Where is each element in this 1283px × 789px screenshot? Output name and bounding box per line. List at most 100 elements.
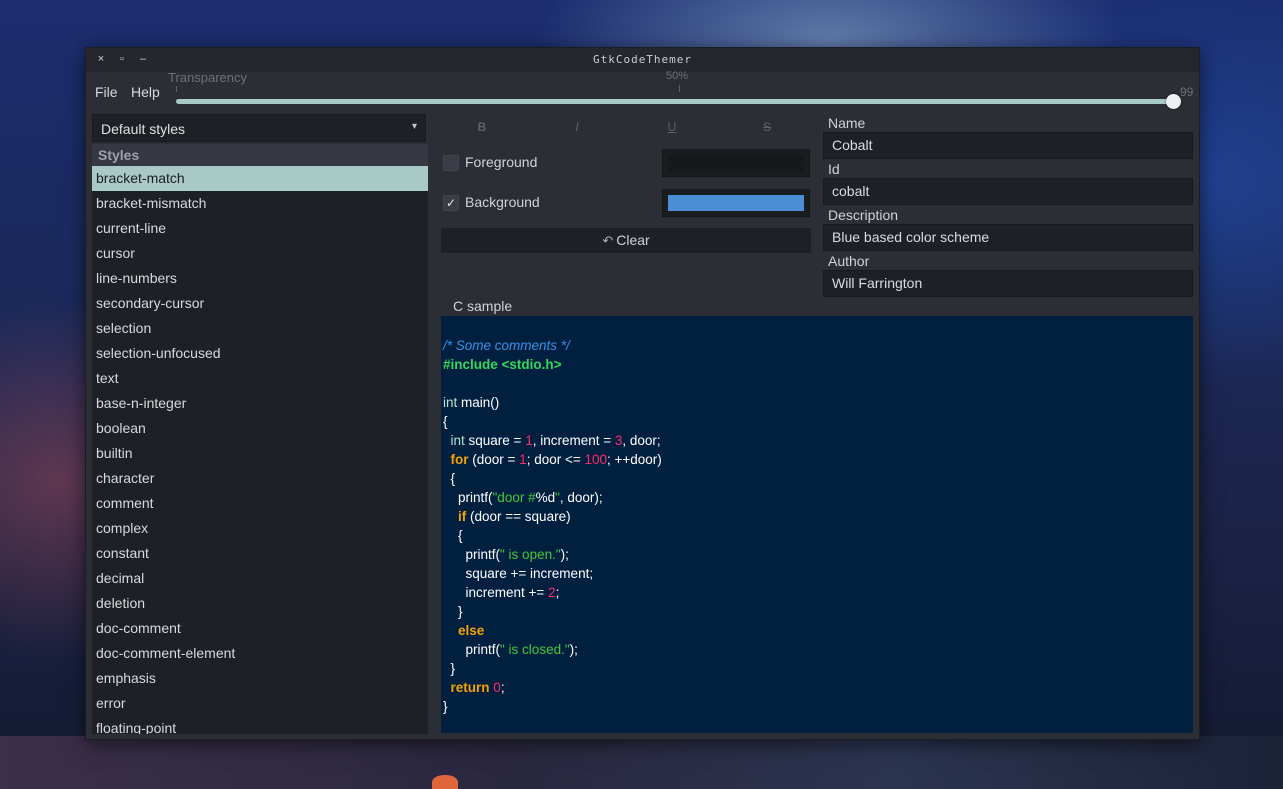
menu-file[interactable]: File <box>95 84 118 100</box>
code-token-number: 1 <box>525 433 533 448</box>
style-item[interactable]: error <box>92 691 428 716</box>
code-token-text: main() <box>457 395 500 410</box>
style-item[interactable]: complex <box>92 516 428 541</box>
style-item[interactable]: cursor <box>92 241 428 266</box>
clear-button-label: Clear <box>616 232 650 248</box>
chevron-down-icon: ▾ <box>411 121 417 132</box>
code-line: { <box>443 526 463 545</box>
transparency-label: Transparency <box>168 70 247 85</box>
background-checkbox[interactable]: ✓ <box>443 195 459 211</box>
style-item[interactable]: line-numbers <box>92 266 428 291</box>
code-token-preproc: #include <stdio.h> <box>443 357 562 372</box>
background-label: Background <box>465 194 540 210</box>
code-token-number: 1 <box>519 452 527 467</box>
code-token-number: 0 <box>493 680 501 695</box>
clear-button[interactable]: ↶ Clear <box>441 228 811 253</box>
transparency-slider[interactable] <box>176 94 1181 109</box>
code-token-comment: /* Some comments */ <box>443 338 570 353</box>
code-token-text: } <box>443 699 448 714</box>
code-token-text: printf( <box>443 490 493 505</box>
code-token-text: increment += <box>443 585 549 600</box>
menu-help[interactable]: Help <box>131 84 160 100</box>
code-token-number: 100 <box>584 452 608 467</box>
transparency-slider-handle[interactable] <box>1166 94 1181 109</box>
code-line: if (door == square) <box>443 507 571 526</box>
styles-dropdown[interactable]: Default styles ▾ <box>92 114 426 142</box>
window-title: GtkCodeThemer <box>592 53 693 66</box>
bold-button[interactable]: B <box>470 120 494 136</box>
code-token-text: printf( <box>443 642 501 657</box>
strikethrough-button[interactable]: S <box>755 120 779 136</box>
code-sample-view[interactable]: /* Some comments */ #include <stdio.h> int… <box>441 316 1193 733</box>
style-item[interactable]: builtin <box>92 441 428 466</box>
desktop-wallpaper-bottom <box>0 736 1283 789</box>
id-label: Id <box>828 161 840 177</box>
id-field[interactable]: cobalt <box>823 178 1193 205</box>
italic-button[interactable]: I <box>565 120 589 136</box>
transparency-slider-fill <box>176 99 1174 104</box>
foreground-checkbox[interactable] <box>443 155 459 171</box>
code-token-text: printf( <box>443 547 501 562</box>
style-item[interactable]: secondary-cursor <box>92 291 428 316</box>
style-item[interactable]: selection <box>92 316 428 341</box>
code-line: } <box>443 602 463 621</box>
code-line: /* Some comments */ <box>443 336 570 355</box>
style-item[interactable]: base-n-integer <box>92 391 428 416</box>
styles-list-header: Styles <box>92 144 428 166</box>
tab-c-sample[interactable]: C sample <box>453 298 512 314</box>
code-token-string: "door # <box>492 490 536 505</box>
code-line: else <box>443 621 484 640</box>
style-item[interactable]: decimal <box>92 566 428 591</box>
code-token-text: , door; <box>622 433 661 448</box>
code-line: square += increment; <box>443 564 594 583</box>
name-field[interactable]: Cobalt <box>823 132 1193 159</box>
code-token-text: ); <box>569 642 578 657</box>
code-token-string: " is closed." <box>500 642 570 657</box>
code-token-text: { <box>443 528 463 543</box>
description-field[interactable]: Blue based color scheme <box>823 224 1193 251</box>
app-window: × ▫ – GtkCodeThemer File Help Transparen… <box>85 47 1200 740</box>
code-token-text: , door); <box>559 490 603 505</box>
style-item[interactable]: constant <box>92 541 428 566</box>
style-item[interactable]: text <box>92 366 428 391</box>
foreground-label: Foreground <box>465 154 538 170</box>
background-color-button[interactable] <box>662 189 810 217</box>
style-item[interactable]: doc-comment-element <box>92 641 428 666</box>
style-item[interactable]: comment <box>92 491 428 516</box>
style-item[interactable]: character <box>92 466 428 491</box>
desktop-wallpaper-flame <box>432 775 458 789</box>
style-item[interactable]: floating-point <box>92 716 428 734</box>
style-item[interactable]: doc-comment <box>92 616 428 641</box>
style-item[interactable]: deletion <box>92 591 428 616</box>
code-token-type: int <box>450 433 465 448</box>
code-token-keyword: else <box>458 623 485 638</box>
code-token-text: } <box>443 661 456 676</box>
titlebar[interactable]: × ▫ – GtkCodeThemer <box>86 48 1199 72</box>
style-item[interactable]: bracket-mismatch <box>92 191 428 216</box>
author-label: Author <box>828 253 870 269</box>
code-token-keyword: for <box>450 452 469 467</box>
code-token-text: %d <box>535 490 556 505</box>
code-token-number: 2 <box>548 585 556 600</box>
code-line: printf(" is closed."); <box>443 640 578 659</box>
styles-list[interactable]: Styles bracket-match bracket-mismatch curr… <box>92 144 428 734</box>
code-token-text: square = <box>464 433 526 448</box>
style-item[interactable]: current-line <box>92 216 428 241</box>
author-field[interactable]: Will Farrington <box>823 270 1193 297</box>
foreground-color-swatch <box>668 155 804 171</box>
transparency-mark-tick <box>679 85 680 92</box>
code-line: printf(" is open."); <box>443 545 569 564</box>
foreground-color-button[interactable] <box>662 149 810 177</box>
code-line: int square = 1, increment = 3, door; <box>443 431 661 450</box>
style-item[interactable]: emphasis <box>92 666 428 691</box>
style-item[interactable]: boolean <box>92 416 428 441</box>
style-item[interactable]: selection-unfocused <box>92 341 428 366</box>
code-token-text: { <box>443 471 456 486</box>
underline-button[interactable]: U <box>660 120 684 136</box>
style-item[interactable]: bracket-match <box>92 166 428 191</box>
code-token-text: ; ++door) <box>607 452 662 467</box>
